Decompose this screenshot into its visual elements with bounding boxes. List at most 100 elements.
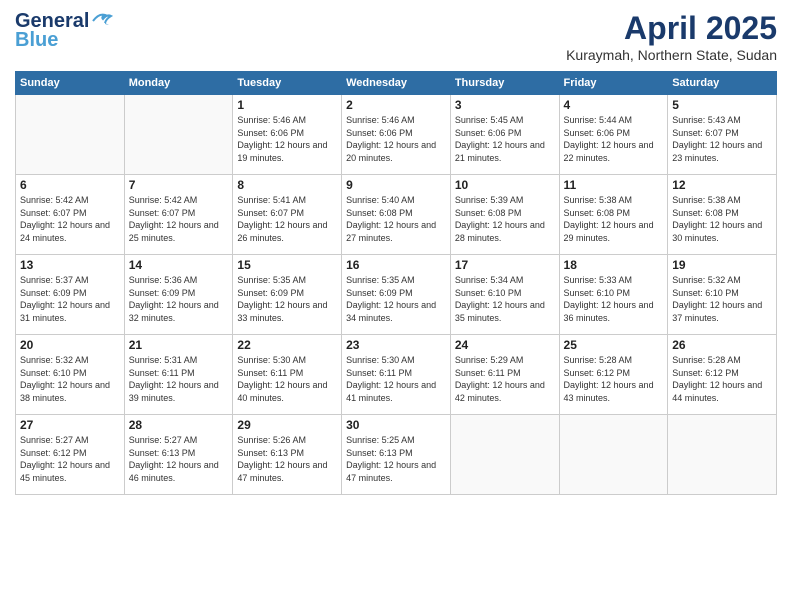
day-number: 12 <box>672 178 772 192</box>
day-info: Sunrise: 5:41 AM Sunset: 6:07 PM Dayligh… <box>237 194 337 244</box>
calendar-cell: 3 Sunrise: 5:45 AM Sunset: 6:06 PM Daylig… <box>450 95 559 175</box>
location: Kuraymah, Northern State, Sudan <box>566 47 777 63</box>
day-number: 21 <box>129 338 229 352</box>
col-wednesday: Wednesday <box>342 72 451 95</box>
calendar-cell: 18 Sunrise: 5:33 AM Sunset: 6:10 PM Dayli… <box>559 255 668 335</box>
day-info: Sunrise: 5:30 AM Sunset: 6:11 PM Dayligh… <box>237 354 337 404</box>
calendar-cell: 7Sunrise: 5:42 AM Sunset: 6:07 PM Daylig… <box>124 175 233 255</box>
calendar-cell: 9 Sunrise: 5:40 AM Sunset: 6:08 PM Daylig… <box>342 175 451 255</box>
day-info: Sunrise: 5:43 AM Sunset: 6:07 PM Dayligh… <box>672 114 772 164</box>
day-info: Sunrise: 5:38 AM Sunset: 6:08 PM Dayligh… <box>672 194 772 244</box>
calendar-cell: 15Sunrise: 5:35 AM Sunset: 6:09 PM Dayli… <box>233 255 342 335</box>
day-number: 2 <box>346 98 446 112</box>
day-number: 19 <box>672 258 772 272</box>
day-number: 9 <box>346 178 446 192</box>
calendar-week-row: 20 Sunrise: 5:32 AM Sunset: 6:10 PM Dayli… <box>16 335 777 415</box>
calendar-cell: 4 Sunrise: 5:44 AM Sunset: 6:06 PM Daylig… <box>559 95 668 175</box>
day-number: 24 <box>455 338 555 352</box>
day-number: 25 <box>564 338 664 352</box>
day-info: Sunrise: 5:45 AM Sunset: 6:06 PM Dayligh… <box>455 114 555 164</box>
page: General Blue April 2025 Kuraymah, Northe… <box>0 0 792 612</box>
calendar-cell: 23 Sunrise: 5:30 AM Sunset: 6:11 PM Dayli… <box>342 335 451 415</box>
logo-bird-icon <box>91 11 113 29</box>
day-number: 18 <box>564 258 664 272</box>
day-info: Sunrise: 5:30 AM Sunset: 6:11 PM Dayligh… <box>346 354 446 404</box>
day-number: 10 <box>455 178 555 192</box>
calendar-header-row: Sunday Monday Tuesday Wednesday Thursday… <box>16 72 777 95</box>
day-info: Sunrise: 5:38 AM Sunset: 6:08 PM Dayligh… <box>564 194 664 244</box>
calendar-week-row: 6Sunrise: 5:42 AM Sunset: 6:07 PM Daylig… <box>16 175 777 255</box>
day-info: Sunrise: 5:35 AM Sunset: 6:09 PM Dayligh… <box>237 274 337 324</box>
day-info: Sunrise: 5:44 AM Sunset: 6:06 PM Dayligh… <box>564 114 664 164</box>
day-number: 7 <box>129 178 229 192</box>
title-section: April 2025 Kuraymah, Northern State, Sud… <box>566 10 777 63</box>
day-number: 14 <box>129 258 229 272</box>
calendar-cell: 26Sunrise: 5:28 AM Sunset: 6:12 PM Dayli… <box>668 335 777 415</box>
day-info: Sunrise: 5:29 AM Sunset: 6:11 PM Dayligh… <box>455 354 555 404</box>
day-number: 26 <box>672 338 772 352</box>
col-monday: Monday <box>124 72 233 95</box>
day-number: 23 <box>346 338 446 352</box>
day-number: 5 <box>672 98 772 112</box>
calendar: Sunday Monday Tuesday Wednesday Thursday… <box>15 71 777 495</box>
calendar-cell: 5 Sunrise: 5:43 AM Sunset: 6:07 PM Daylig… <box>668 95 777 175</box>
col-thursday: Thursday <box>450 72 559 95</box>
day-number: 28 <box>129 418 229 432</box>
calendar-cell: 13 Sunrise: 5:37 AM Sunset: 6:09 PM Dayli… <box>16 255 125 335</box>
calendar-cell <box>124 95 233 175</box>
day-info: Sunrise: 5:26 AM Sunset: 6:13 PM Dayligh… <box>237 434 337 484</box>
calendar-cell: 28 Sunrise: 5:27 AM Sunset: 6:13 PM Dayli… <box>124 415 233 495</box>
day-info: Sunrise: 5:31 AM Sunset: 6:11 PM Dayligh… <box>129 354 229 404</box>
day-info: Sunrise: 5:40 AM Sunset: 6:08 PM Dayligh… <box>346 194 446 244</box>
calendar-cell: 2 Sunrise: 5:46 AM Sunset: 6:06 PM Daylig… <box>342 95 451 175</box>
calendar-cell: 16 Sunrise: 5:35 AM Sunset: 6:09 PM Dayli… <box>342 255 451 335</box>
calendar-cell: 21 Sunrise: 5:31 AM Sunset: 6:11 PM Dayli… <box>124 335 233 415</box>
calendar-cell: 12 Sunrise: 5:38 AM Sunset: 6:08 PM Dayli… <box>668 175 777 255</box>
day-info: Sunrise: 5:39 AM Sunset: 6:08 PM Dayligh… <box>455 194 555 244</box>
day-info: Sunrise: 5:34 AM Sunset: 6:10 PM Dayligh… <box>455 274 555 324</box>
day-number: 4 <box>564 98 664 112</box>
calendar-cell: 19Sunrise: 5:32 AM Sunset: 6:10 PM Dayli… <box>668 255 777 335</box>
calendar-cell: 17Sunrise: 5:34 AM Sunset: 6:10 PM Dayli… <box>450 255 559 335</box>
day-number: 6 <box>20 178 120 192</box>
day-number: 11 <box>564 178 664 192</box>
day-number: 8 <box>237 178 337 192</box>
calendar-cell: 1Sunrise: 5:46 AM Sunset: 6:06 PM Daylig… <box>233 95 342 175</box>
calendar-cell: 27 Sunrise: 5:27 AM Sunset: 6:12 PM Dayli… <box>16 415 125 495</box>
day-info: Sunrise: 5:46 AM Sunset: 6:06 PM Dayligh… <box>346 114 446 164</box>
day-info: Sunrise: 5:25 AM Sunset: 6:13 PM Dayligh… <box>346 434 446 484</box>
day-info: Sunrise: 5:36 AM Sunset: 6:09 PM Dayligh… <box>129 274 229 324</box>
day-number: 20 <box>20 338 120 352</box>
calendar-week-row: 1 Sunrise: 5:46 AM Sunset: 6:06 PM Daylig… <box>16 95 777 175</box>
header: General Blue April 2025 Kuraymah, Northe… <box>15 10 777 63</box>
logo: General Blue <box>15 10 113 52</box>
day-number: 27 <box>20 418 120 432</box>
day-number: 22 <box>237 338 337 352</box>
calendar-cell: 20 Sunrise: 5:32 AM Sunset: 6:10 PM Dayli… <box>16 335 125 415</box>
calendar-cell <box>559 415 668 495</box>
logo-blue: Blue <box>15 29 58 52</box>
calendar-cell: 29Sunrise: 5:26 AM Sunset: 6:13 PM Dayli… <box>233 415 342 495</box>
calendar-week-row: 27 Sunrise: 5:27 AM Sunset: 6:12 PM Dayli… <box>16 415 777 495</box>
day-number: 1 <box>237 98 337 112</box>
col-sunday: Sunday <box>16 72 125 95</box>
col-friday: Friday <box>559 72 668 95</box>
calendar-cell: 8 Sunrise: 5:41 AM Sunset: 6:07 PM Daylig… <box>233 175 342 255</box>
day-info: Sunrise: 5:35 AM Sunset: 6:09 PM Dayligh… <box>346 274 446 324</box>
day-info: Sunrise: 5:37 AM Sunset: 6:09 PM Dayligh… <box>20 274 120 324</box>
day-info: Sunrise: 5:28 AM Sunset: 6:12 PM Dayligh… <box>564 354 664 404</box>
day-info: Sunrise: 5:27 AM Sunset: 6:13 PM Dayligh… <box>129 434 229 484</box>
day-info: Sunrise: 5:32 AM Sunset: 6:10 PM Dayligh… <box>20 354 120 404</box>
day-info: Sunrise: 5:33 AM Sunset: 6:10 PM Dayligh… <box>564 274 664 324</box>
day-info: Sunrise: 5:27 AM Sunset: 6:12 PM Dayligh… <box>20 434 120 484</box>
day-number: 16 <box>346 258 446 272</box>
col-tuesday: Tuesday <box>233 72 342 95</box>
col-saturday: Saturday <box>668 72 777 95</box>
day-number: 3 <box>455 98 555 112</box>
calendar-cell <box>16 95 125 175</box>
calendar-cell <box>450 415 559 495</box>
day-number: 13 <box>20 258 120 272</box>
calendar-cell: 30Sunrise: 5:25 AM Sunset: 6:13 PM Dayli… <box>342 415 451 495</box>
month-year: April 2025 <box>566 10 777 47</box>
calendar-week-row: 13 Sunrise: 5:37 AM Sunset: 6:09 PM Dayli… <box>16 255 777 335</box>
